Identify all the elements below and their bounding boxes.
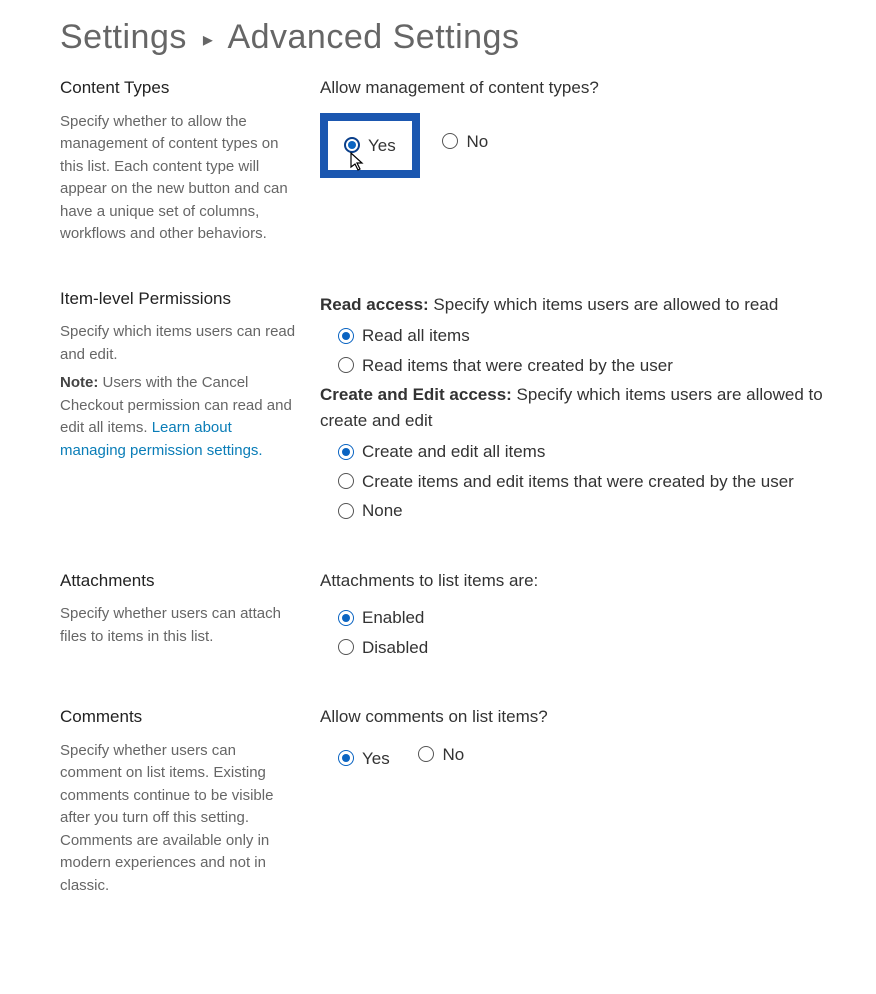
read-access-line: Read access: Specify which items users a…: [320, 292, 836, 318]
read-own-label: Read items that were created by the user: [362, 353, 673, 379]
attachments-title: Attachments: [60, 568, 296, 594]
comments-question: Allow comments on list items?: [320, 704, 836, 730]
attachments-enabled-option[interactable]: Enabled: [338, 605, 836, 631]
section-item-permissions: Item-level Permissions Specify which ite…: [60, 276, 836, 558]
breadcrumb-parent[interactable]: Settings: [60, 18, 187, 56]
breadcrumb: Settings ▸ Advanced Settings: [60, 0, 836, 65]
note-label: Note:: [60, 374, 98, 391]
section-comments: Comments Specify whether users can comme…: [60, 694, 836, 927]
read-all-option[interactable]: Read all items: [338, 323, 836, 349]
item-perms-note: Note: Users with the Cancel Checkout per…: [60, 372, 296, 462]
radio-icon: [338, 750, 354, 766]
edit-all-option[interactable]: Create and edit all items: [338, 439, 836, 465]
content-types-no-option[interactable]: No: [442, 129, 488, 155]
item-perms-desc: Specify which items users can read and e…: [60, 321, 296, 366]
radio-icon: [338, 357, 354, 373]
comments-desc: Specify whether users can comment on lis…: [60, 740, 296, 898]
attachments-disabled-option[interactable]: Disabled: [338, 635, 836, 661]
comments-yes-label: Yes: [362, 746, 390, 772]
breadcrumb-current: Advanced Settings: [227, 18, 519, 56]
radio-icon: [442, 133, 458, 149]
comments-yes-option[interactable]: Yes: [338, 746, 390, 772]
edit-none-option[interactable]: None: [338, 498, 836, 524]
item-perms-title: Item-level Permissions: [60, 286, 296, 312]
radio-icon: [418, 746, 434, 762]
edit-none-label: None: [362, 498, 403, 524]
edit-access-label: Create and Edit access:: [320, 385, 512, 404]
section-attachments: Attachments Specify whether users can at…: [60, 558, 836, 695]
content-types-desc: Specify whether to allow the management …: [60, 111, 296, 246]
radio-icon: [338, 610, 354, 626]
edit-all-label: Create and edit all items: [362, 439, 545, 465]
content-types-title: Content Types: [60, 75, 296, 101]
read-access-label: Read access:: [320, 295, 429, 314]
read-access-desc: Specify which items users are allowed to…: [429, 295, 779, 314]
chevron-right-icon: ▸: [203, 27, 214, 52]
radio-icon: [344, 137, 360, 153]
radio-icon: [338, 444, 354, 460]
read-own-option[interactable]: Read items that were created by the user: [338, 353, 836, 379]
radio-icon: [338, 473, 354, 489]
attachments-disabled-label: Disabled: [362, 635, 428, 661]
content-types-yes-label: Yes: [368, 133, 396, 159]
edit-access-line: Create and Edit access: Specify which it…: [320, 382, 836, 433]
edit-own-label: Create items and edit items that were cr…: [362, 469, 794, 495]
radio-icon: [338, 503, 354, 519]
comments-title: Comments: [60, 704, 296, 730]
comments-no-label: No: [442, 742, 464, 768]
section-content-types: Content Types Specify whether to allow t…: [60, 65, 836, 276]
radio-icon: [338, 328, 354, 344]
attachments-question: Attachments to list items are:: [320, 568, 836, 594]
edit-own-option[interactable]: Create items and edit items that were cr…: [338, 469, 836, 495]
cursor-icon: [350, 151, 368, 181]
radio-icon: [338, 639, 354, 655]
attachments-enabled-label: Enabled: [362, 605, 424, 631]
content-types-no-label: No: [466, 129, 488, 155]
comments-no-option[interactable]: No: [418, 742, 464, 768]
attachments-desc: Specify whether users can attach files t…: [60, 603, 296, 648]
read-all-label: Read all items: [362, 323, 470, 349]
content-types-yes-option[interactable]: Yes: [320, 113, 420, 179]
content-types-question: Allow management of content types?: [320, 75, 836, 101]
